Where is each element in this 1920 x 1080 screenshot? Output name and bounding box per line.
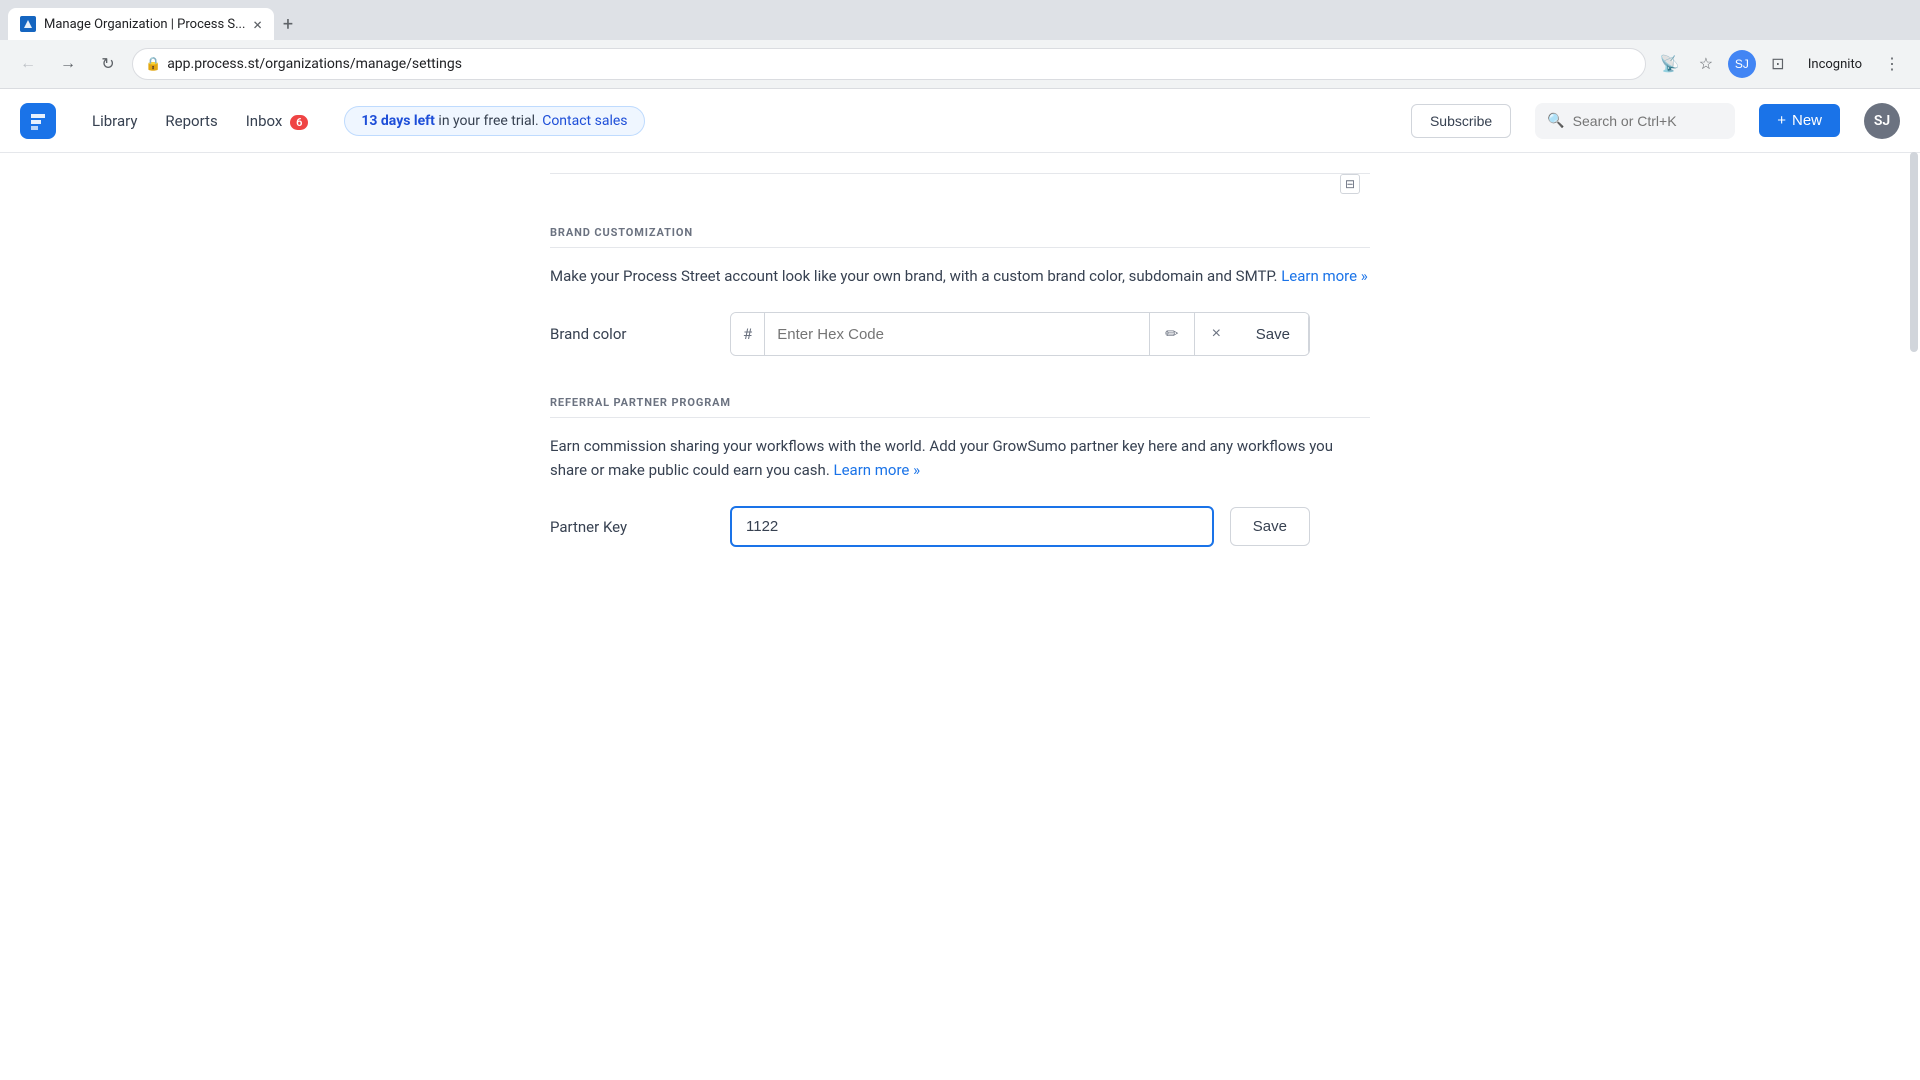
nav-reports[interactable]: Reports: [153, 104, 229, 138]
main-content: ⊟ BRAND CUSTOMIZATION Make your Process …: [510, 153, 1410, 647]
contact-sales-link[interactable]: Contact sales: [542, 113, 627, 129]
partner-save-button[interactable]: Save: [1230, 507, 1310, 546]
tab-close-button[interactable]: ×: [253, 15, 262, 34]
brand-section-header: BRAND CUSTOMIZATION: [550, 226, 1370, 248]
partner-key-row: Partner Key Save: [550, 506, 1370, 547]
brand-color-actions: ✏ ×: [1149, 312, 1238, 356]
referral-description-text: Earn commission sharing your workflows w…: [550, 437, 1333, 479]
subscribe-button[interactable]: Subscribe: [1411, 104, 1511, 138]
brand-color-row: Brand color # ✏ × Save: [550, 312, 1370, 356]
toolbar-actions: 📡 ☆ SJ ⊡ Incognito ⋮: [1654, 48, 1908, 80]
trial-days: 13 days left: [361, 113, 435, 129]
search-icon: 🔍: [1547, 113, 1564, 129]
menu-icon[interactable]: ⋮: [1876, 48, 1908, 80]
extensions-icon[interactable]: ⊡: [1762, 48, 1794, 80]
brand-color-save-button[interactable]: Save: [1238, 312, 1309, 356]
incognito-button[interactable]: Incognito: [1798, 53, 1872, 76]
browser-toolbar: ← → ↻ 🔒 app.process.st/organizations/man…: [0, 40, 1920, 88]
incognito-label: Incognito: [1808, 57, 1862, 72]
brand-color-label: Brand color: [550, 325, 710, 343]
profile-icon[interactable]: SJ: [1726, 48, 1758, 80]
reload-button[interactable]: ↻: [92, 48, 124, 80]
search-input[interactable]: [1573, 113, 1754, 129]
user-avatar[interactable]: SJ: [1864, 103, 1900, 139]
cast-icon[interactable]: 📡: [1654, 48, 1686, 80]
scrollbar[interactable]: [1908, 152, 1920, 1080]
scrollbar-thumb[interactable]: [1910, 152, 1918, 352]
brand-description-text: Make your Process Street account look li…: [550, 267, 1281, 285]
nav-library[interactable]: Library: [80, 104, 149, 138]
address-bar[interactable]: 🔒 app.process.st/organizations/manage/se…: [132, 48, 1646, 80]
referral-description: Earn commission sharing your workflows w…: [550, 434, 1370, 482]
app-header: Library Reports Inbox 6 13 days left in …: [0, 89, 1920, 153]
referral-section-title: REFERRAL PARTNER PROGRAM: [550, 396, 1370, 409]
bookmark-icon[interactable]: ☆: [1690, 48, 1722, 80]
trial-banner: 13 days left in your free trial. Contact…: [344, 106, 644, 136]
active-tab[interactable]: Manage Organization | Process S... ×: [8, 8, 274, 40]
referral-section-header: REFERRAL PARTNER PROGRAM: [550, 396, 1370, 418]
brand-section-title: BRAND CUSTOMIZATION: [550, 226, 1370, 239]
referral-section: REFERRAL PARTNER PROGRAM Earn commission…: [550, 396, 1370, 547]
app-logo[interactable]: [20, 103, 56, 139]
forward-button[interactable]: →: [52, 48, 84, 80]
brand-section-divider: [550, 247, 1370, 248]
tab-title: Manage Organization | Process S...: [44, 17, 245, 32]
new-tab-button[interactable]: +: [274, 10, 302, 38]
referral-learn-more-link[interactable]: Learn more »: [834, 461, 921, 479]
inbox-label: Inbox: [246, 112, 283, 130]
brand-learn-more-link[interactable]: Learn more »: [1281, 267, 1368, 285]
logo-mark: [20, 103, 56, 139]
new-button[interactable]: + New: [1759, 104, 1840, 137]
browser-chrome: Manage Organization | Process S... × + ←…: [0, 0, 1920, 89]
trial-text: in your free trial.: [438, 113, 538, 129]
clear-color-button[interactable]: ×: [1194, 312, 1238, 356]
url-text: app.process.st/organizations/manage/sett…: [167, 56, 1633, 72]
nav-links: Library Reports Inbox 6: [80, 104, 320, 138]
hex-code-input[interactable]: [765, 326, 1149, 343]
lock-icon: 🔒: [145, 57, 161, 72]
nav-inbox[interactable]: Inbox 6: [234, 104, 321, 138]
back-button[interactable]: ←: [12, 48, 44, 80]
partner-key-label: Partner Key: [550, 518, 710, 536]
inbox-badge: 6: [290, 115, 308, 130]
hash-prefix: #: [731, 313, 765, 355]
brand-customization-section: BRAND CUSTOMIZATION Make your Process St…: [550, 226, 1370, 356]
collapse-icon[interactable]: ⊟: [1340, 174, 1360, 194]
brand-description: Make your Process Street account look li…: [550, 264, 1370, 288]
browser-tabs: Manage Organization | Process S... × +: [0, 0, 1920, 40]
tab-favicon: [20, 16, 36, 32]
new-label: New: [1792, 112, 1822, 129]
eyedropper-button[interactable]: ✏: [1150, 312, 1194, 356]
new-plus-icon: +: [1777, 112, 1786, 129]
brand-color-input-group: # ✏ × Save: [730, 312, 1310, 356]
search-bar[interactable]: 🔍: [1535, 103, 1735, 139]
referral-section-divider: [550, 417, 1370, 418]
chrome-avatar: SJ: [1728, 50, 1756, 78]
partner-key-input[interactable]: [730, 506, 1214, 547]
